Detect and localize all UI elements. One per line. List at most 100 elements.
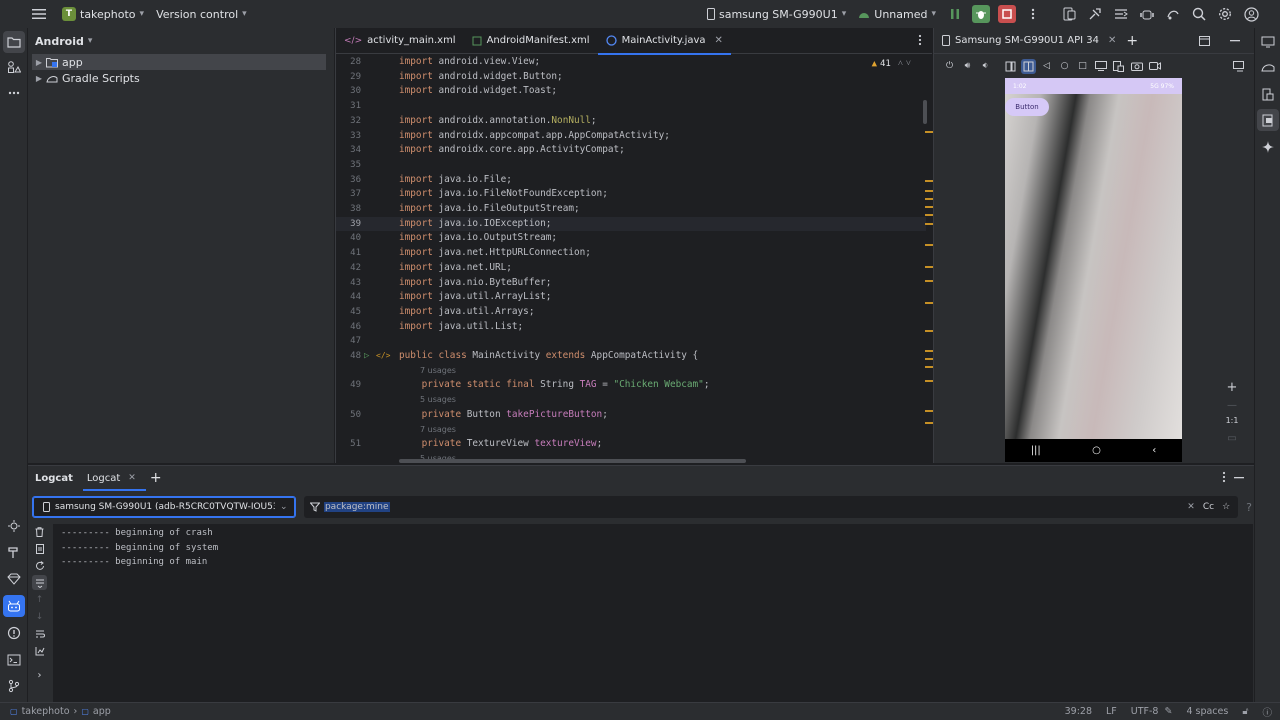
code-line[interactable]: 44 import java.util.ArrayList; <box>336 290 926 305</box>
warning-mark[interactable] <box>925 180 933 182</box>
code-line[interactable]: 34 import androidx.core.app.ActivityCompa… <box>336 143 926 158</box>
warning-mark[interactable] <box>925 223 933 225</box>
notifications-icon[interactable] <box>1257 31 1279 53</box>
code-line[interactable]: 42 import java.net.URL; <box>336 261 926 276</box>
warning-mark[interactable] <box>925 131 933 133</box>
recent-apps-icon[interactable]: ||| <box>1031 445 1041 456</box>
home-circle-icon[interactable]: ○ <box>1057 59 1072 74</box>
project-view-selector[interactable]: Android ▾ <box>28 28 334 54</box>
sdk-manager-icon[interactable] <box>1082 1 1108 27</box>
match-case-toggle[interactable]: Cc <box>1203 502 1214 512</box>
indent-setting[interactable]: 4 spaces <box>1186 706 1228 717</box>
breadcrumb-module[interactable]: app <box>93 706 111 717</box>
volume-up-icon[interactable]: 🔊︎ <box>960 59 975 74</box>
stop-button[interactable] <box>994 1 1020 27</box>
problems-icon[interactable] <box>3 622 25 644</box>
tab-activity-main-xml[interactable]: </> activity_main.xml <box>336 28 464 54</box>
breadcrumb-project[interactable]: takephoto <box>22 706 70 717</box>
horizontal-scrollbar[interactable] <box>399 459 746 463</box>
code-line[interactable]: 31 <box>336 99 926 114</box>
power-icon[interactable]: ⏻ <box>942 59 957 74</box>
device-manager-icon[interactable] <box>1056 1 1082 27</box>
search-icon[interactable] <box>1186 1 1212 27</box>
emulator-more-icon[interactable] <box>1231 59 1246 74</box>
warning-mark[interactable] <box>925 350 933 352</box>
close-tab-icon[interactable]: ✕ <box>1108 35 1116 46</box>
screenshot-camera-icon[interactable] <box>1129 59 1144 74</box>
run-gutter-icon[interactable]: ▷ <box>364 349 369 364</box>
debug-button[interactable] <box>968 1 994 27</box>
line-ending[interactable]: LF <box>1106 706 1117 717</box>
back-triangle-icon[interactable]: ◁ <box>1039 59 1054 74</box>
code-tag-icon[interactable]: </> <box>376 349 390 364</box>
edit-pencil-icon[interactable]: ✎ <box>1164 706 1172 717</box>
close-tab-icon[interactable]: ✕ <box>128 473 136 483</box>
code-line[interactable]: 35 <box>336 158 926 173</box>
android-robot-icon[interactable] <box>1134 1 1160 27</box>
help-icon[interactable]: ? <box>1246 501 1252 514</box>
device-file-explorer-icon[interactable] <box>1257 83 1279 105</box>
code-area[interactable]: ▲ 41 ˄ ˅ 28 import android.view.View; 29 im… <box>336 55 933 463</box>
warning-mark[interactable] <box>925 214 933 216</box>
tabs-more-icon[interactable] <box>918 34 922 46</box>
code-line[interactable]: 39 import java.io.IOException; <box>336 216 926 232</box>
warning-mark[interactable] <box>925 198 933 200</box>
code-line[interactable]: 38 import java.io.FileOutputStream; <box>336 202 926 217</box>
warning-mark[interactable] <box>925 358 933 360</box>
code-line[interactable]: 28 import android.view.View; <box>336 55 926 70</box>
code-line[interactable]: 40 import java.io.OutputStream; <box>336 231 926 246</box>
scroll-to-end-icon[interactable] <box>32 575 47 590</box>
code-line[interactable]: 32 import androidx.annotation.NonNull; <box>336 114 926 129</box>
minimize-icon[interactable] <box>1230 39 1240 42</box>
warning-mark[interactable] <box>925 302 933 304</box>
warning-mark[interactable] <box>925 366 933 368</box>
warning-mark[interactable] <box>925 266 933 268</box>
run-config-selector[interactable]: Unnamed ▾ <box>852 2 942 26</box>
gemini-sparkle-icon[interactable] <box>1257 136 1279 158</box>
app-take-picture-button[interactable]: Button <box>1005 98 1049 116</box>
warning-mark[interactable] <box>925 206 933 208</box>
main-menu-icon[interactable] <box>26 1 52 27</box>
code-line[interactable]: 48 ▷ </> public class MainActivity extends … <box>336 349 926 364</box>
window-layout-icon[interactable] <box>1199 35 1210 46</box>
code-line[interactable]: 46 import java.util.List; <box>336 320 926 335</box>
gem-icon[interactable] <box>3 568 25 590</box>
code-line[interactable]: 41 import java.net.HttpURLConnection; <box>336 246 926 261</box>
file-encoding[interactable]: UTF-8 <box>1131 706 1159 717</box>
code-line[interactable]: 33 import androidx.appcompat.app.AppCompa… <box>336 129 926 144</box>
add-logcat-tab-icon[interactable]: + <box>150 470 162 486</box>
resource-manager-icon[interactable] <box>3 56 25 78</box>
tab-main-activity-java[interactable]: MainActivity.java ✕ <box>597 28 732 55</box>
logcat-icon[interactable] <box>3 595 25 617</box>
tree-item-app[interactable]: ▶ app <box>32 54 326 70</box>
device-tab[interactable]: Samsung SM-G990U1 API 34 ✕ <box>942 35 1116 46</box>
project-folder-icon[interactable] <box>3 31 25 53</box>
expand-arrow-icon[interactable]: ▶ <box>32 58 46 67</box>
account-avatar-icon[interactable] <box>1238 1 1264 27</box>
warning-mark[interactable] <box>925 380 933 382</box>
app-inspection-icon[interactable] <box>3 515 25 537</box>
warning-mark[interactable] <box>925 244 933 246</box>
code-line[interactable]: 37 import java.io.FileNotFoundException; <box>336 187 926 202</box>
rotate-left-icon[interactable] <box>1003 59 1018 74</box>
warning-mark[interactable] <box>925 280 933 282</box>
settings-gear-icon[interactable] <box>1212 1 1238 27</box>
warning-mark[interactable] <box>925 410 933 412</box>
error-stripe[interactable] <box>923 100 933 463</box>
screen-record-icon[interactable] <box>1147 59 1162 74</box>
running-devices-icon[interactable] <box>1257 109 1279 131</box>
usage-hint-row[interactable]: 7 usages <box>336 423 926 438</box>
soft-wrap-icon[interactable] <box>32 626 47 641</box>
code-line[interactable]: 45 import java.util.Arrays; <box>336 305 926 320</box>
restart-log-icon[interactable] <box>32 558 47 573</box>
device-selector[interactable]: samsung SM-G990U1 ▾ <box>701 2 852 26</box>
usages-hint[interactable]: 7 usages <box>420 364 456 379</box>
code-line[interactable]: 49 private static final String TAG = "Ch… <box>336 378 926 393</box>
home-button-icon[interactable]: ○ <box>1092 445 1101 456</box>
close-tab-icon[interactable]: ✕ <box>715 35 723 46</box>
git-branch-icon[interactable] <box>3 675 25 697</box>
build-variants-icon[interactable] <box>1108 1 1134 27</box>
hide-panel-icon[interactable] <box>1234 477 1244 479</box>
warning-mark[interactable] <box>925 190 933 192</box>
logcat-device-selector[interactable]: samsung SM-G990U1 (adb-R5CRC0TVQTW-IOU53… <box>32 496 296 518</box>
